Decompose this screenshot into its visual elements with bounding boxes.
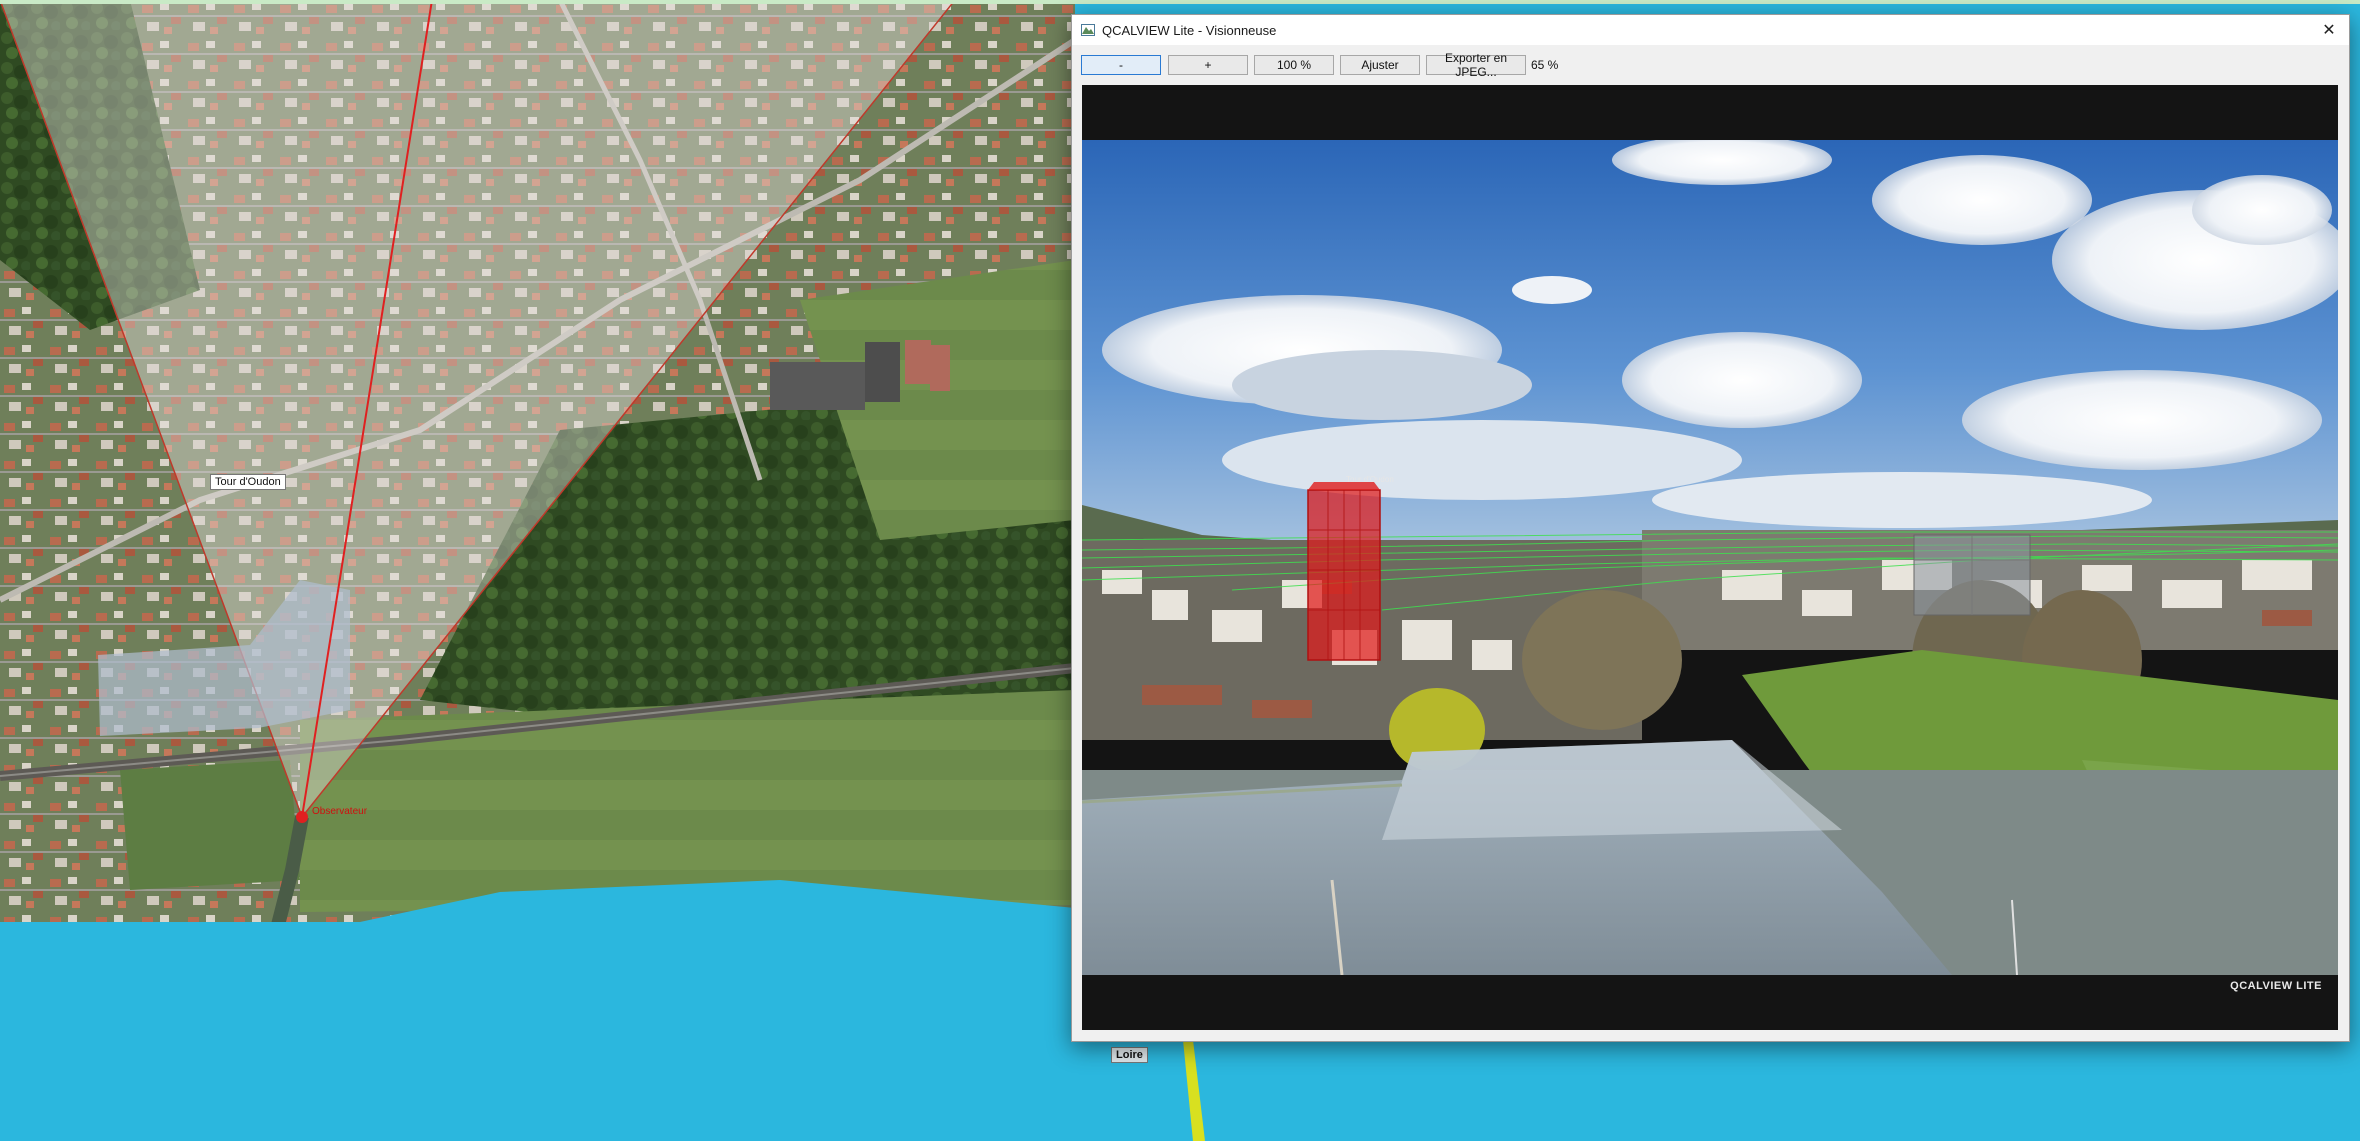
panorama-photo[interactable] [1082,140,2338,975]
image-viewport[interactable]: Tour d'Oudon QCALVIEW LITE [1082,85,2338,1030]
fit-button[interactable]: Ajuster [1340,55,1420,75]
close-icon: ✕ [2322,22,2336,39]
map-label-camera-point: Observateur [312,806,368,817]
map-label-tour: Tour d'Oudon [210,474,286,490]
zoom-out-button[interactable]: - [1081,55,1161,75]
zoom-level-text: 65 % [1531,58,1559,72]
viewer-toolbar: - + 100 % Ajuster Exporter en JPEG... 65… [1072,51,2349,79]
tower-overlay-label: Tour d'Oudon [1346,475,1394,484]
app-icon [1081,24,1095,36]
watermark: QCALVIEW LITE [2230,980,2322,992]
viewer-titlebar[interactable]: QCALVIEW Lite - Visionneuse ✕ [1072,15,2349,45]
zoom-in-button[interactable]: + [1168,55,1248,75]
window-title: QCALVIEW Lite - Visionneuse [1102,23,1277,38]
watermark-text: QCALVIEW LITE [2230,980,2322,992]
export-jpeg-button[interactable]: Exporter en JPEG... [1426,51,1526,79]
close-button[interactable]: ✕ [2309,15,2349,45]
zoom-100-button[interactable]: 100 % [1254,55,1334,75]
viewer-window[interactable]: QCALVIEW Lite - Visionneuse ✕ - + 100 % … [1071,14,2350,1042]
map-label-loire: Loire [1111,1047,1148,1063]
